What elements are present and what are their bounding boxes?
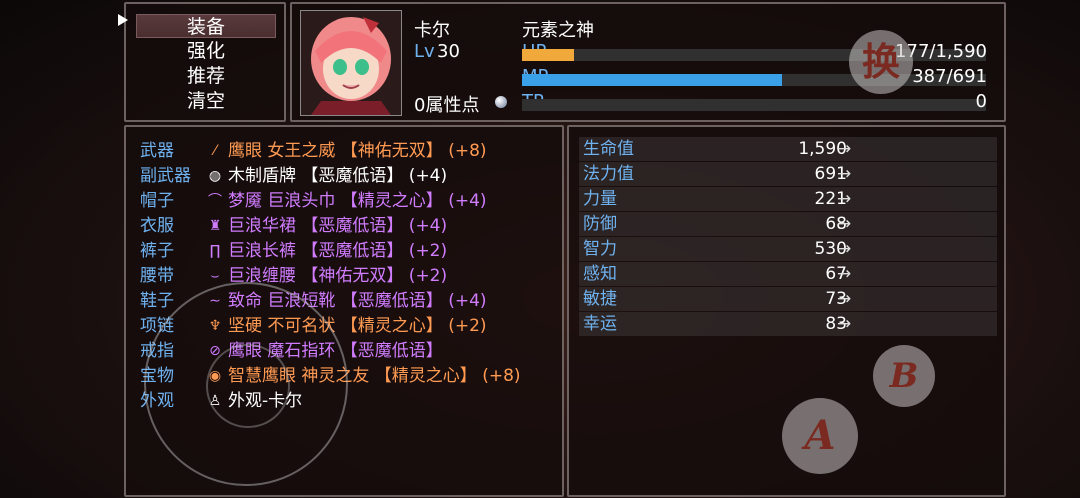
- equipment-slot-row[interactable]: 副武器 ◍ 木制盾牌 【恶魔低语】 (+4): [138, 164, 558, 189]
- arrow-right-icon: →: [837, 289, 852, 309]
- parameter-row: 防御 68 →: [579, 212, 997, 236]
- command-clear[interactable]: 清空: [136, 89, 276, 113]
- command-enhance[interactable]: 强化: [136, 39, 276, 63]
- command-recommend[interactable]: 推荐: [136, 64, 276, 88]
- staff-icon: ⁄: [213, 143, 217, 159]
- equipped-item: 木制盾牌 【恶魔低语】 (+4): [228, 166, 448, 186]
- tp-value: 0: [975, 91, 987, 112]
- actor-portrait: [300, 10, 402, 116]
- parameter-name: 法力值: [583, 164, 634, 184]
- parameter-row: 力量 221 →: [579, 187, 997, 211]
- arrow-right-icon: →: [837, 314, 852, 334]
- parameter-name: 防御: [583, 214, 617, 234]
- slot-name: 帽子: [140, 191, 174, 211]
- parameter-name: 智力: [583, 239, 617, 259]
- equipped-item: 巨浪长裤 【恶魔低语】 (+2): [228, 241, 448, 261]
- slot-name: 副武器: [140, 166, 191, 186]
- arrow-right-icon: →: [837, 189, 852, 209]
- level-label: Lv: [414, 41, 435, 62]
- equipment-slot-row[interactable]: 帽子 ⌒ 梦魇 巨浪头巾 【精灵之心】 (+4): [138, 189, 558, 214]
- command-equip[interactable]: 装备: [136, 14, 276, 38]
- actor-name: 卡尔: [414, 20, 450, 41]
- level-value: 30: [437, 41, 460, 62]
- arrow-right-icon: →: [837, 239, 852, 259]
- actor-title: 元素之神: [522, 20, 594, 41]
- parameter-name: 幸运: [583, 314, 617, 334]
- equipped-item: 鹰眼 女王之威 【神佑无双】 (+8): [228, 141, 487, 161]
- hat-icon: ⌒: [208, 193, 222, 209]
- slot-name: 腰带: [140, 266, 174, 286]
- slot-name: 鞋子: [140, 291, 174, 311]
- equipment-slot-row[interactable]: 腰带 ⌣ 巨浪缠腰 【神佑无双】 (+2): [138, 264, 558, 289]
- robe-icon: ♜: [208, 218, 222, 234]
- parameter-row: 法力值 691 →: [579, 162, 997, 186]
- equipped-item: 梦魇 巨浪头巾 【精灵之心】 (+4): [228, 191, 487, 211]
- parameter-row: 幸运 83 →: [579, 312, 997, 336]
- parameter-name: 力量: [583, 189, 617, 209]
- switch-actor-button[interactable]: 换: [849, 30, 913, 94]
- pants-icon: ∏: [209, 243, 221, 259]
- joystick-knob[interactable]: [206, 344, 290, 428]
- hp-gauge-fill: [522, 49, 574, 61]
- arrow-right-icon: →: [837, 139, 852, 159]
- selection-cursor-icon: [118, 14, 128, 26]
- equipped-item: 巨浪华裙 【恶魔低语】 (+4): [228, 216, 448, 236]
- equipment-slot-row[interactable]: 裤子 ∏ 巨浪长裤 【恶魔低语】 (+2): [138, 239, 558, 264]
- attribute-points: 0属性点: [414, 95, 480, 116]
- parameter-name: 生命值: [583, 139, 634, 159]
- b-button[interactable]: B: [873, 345, 935, 407]
- mp-gauge-fill: [522, 74, 782, 86]
- arrow-right-icon: →: [837, 214, 852, 234]
- shield-icon: ◍: [208, 168, 222, 184]
- equipment-slot-row[interactable]: 衣服 ♜ 巨浪华裙 【恶魔低语】 (+4): [138, 214, 558, 239]
- slot-name: 裤子: [140, 241, 174, 261]
- belt-icon: ⌣: [210, 268, 220, 284]
- command-window: 装备 强化 推荐 清空: [124, 2, 286, 122]
- parameter-row: 生命值 1,590 →: [579, 137, 997, 161]
- parameter-name: 感知: [583, 264, 617, 284]
- arrow-right-icon: →: [837, 264, 852, 284]
- slot-name: 武器: [140, 141, 174, 161]
- orb-icon: [495, 96, 507, 108]
- equipment-slot-row[interactable]: 武器 ⁄ 鹰眼 女王之威 【神佑无双】 (+8): [138, 139, 558, 164]
- slot-name: 衣服: [140, 216, 174, 236]
- parameter-row: 感知 67 →: [579, 262, 997, 286]
- parameter-name: 敏捷: [583, 289, 617, 309]
- virtual-joystick[interactable]: [144, 282, 348, 486]
- parameter-row: 敏捷 73 →: [579, 287, 997, 311]
- arrow-right-icon: →: [837, 164, 852, 184]
- parameter-row: 智力 530 →: [579, 237, 997, 261]
- a-button[interactable]: A: [782, 398, 858, 474]
